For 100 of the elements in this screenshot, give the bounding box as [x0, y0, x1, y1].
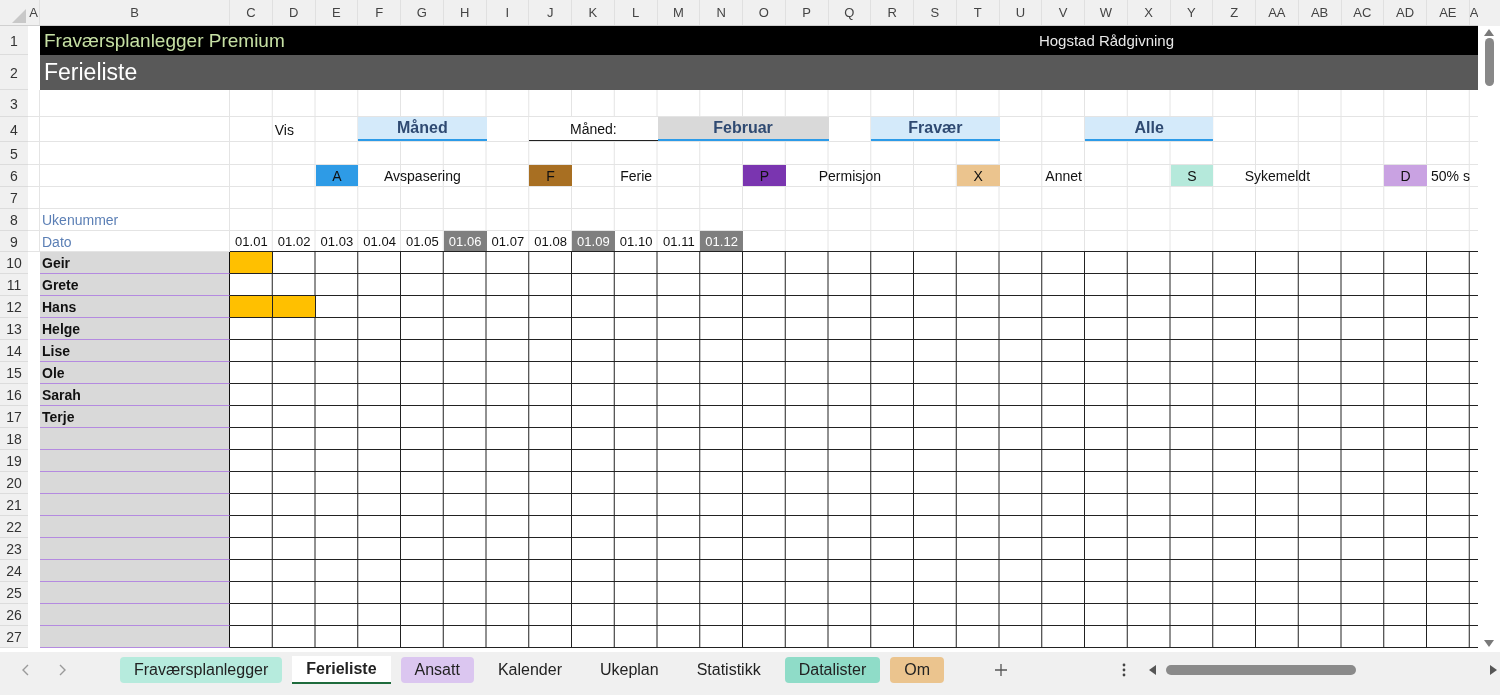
column-header[interactable]: O — [743, 0, 786, 25]
row-number[interactable]: 3 — [0, 90, 28, 117]
sheet-title: Ferieliste — [44, 59, 138, 86]
sheet-tab[interactable]: Om — [890, 656, 945, 683]
column-header[interactable]: AD — [1384, 0, 1427, 25]
scroll-right-icon[interactable] — [1490, 664, 1499, 675]
row-number[interactable]: 8 — [0, 209, 28, 231]
vertical-scrollbar-thumb[interactable] — [1485, 38, 1494, 86]
column-header[interactable]: B — [40, 0, 230, 25]
column-header[interactable]: Y — [1170, 0, 1214, 25]
sheet-tab[interactable]: Fraværsplanlegger — [120, 656, 283, 683]
row-number[interactable]: 21 — [0, 494, 28, 516]
column-header[interactable]: E — [315, 0, 359, 25]
column-header[interactable]: K — [572, 0, 615, 25]
row-number[interactable]: 16 — [0, 384, 28, 406]
date-header: 01.05 — [405, 232, 440, 251]
column-header[interactable]: I — [486, 0, 530, 25]
row-number[interactable]: 5 — [0, 142, 28, 165]
legend-code: A — [315, 165, 359, 186]
column-header[interactable]: AE — [1427, 0, 1470, 25]
absence-type-button[interactable]: Fravær — [871, 117, 1000, 141]
chevron-right-icon[interactable] — [58, 663, 66, 676]
sheet-tab[interactable]: Statistikk — [682, 656, 775, 683]
row-number[interactable]: 17 — [0, 406, 28, 428]
row-number[interactable]: 14 — [0, 340, 28, 362]
legend-code: F — [529, 165, 572, 186]
column-header[interactable]: D — [272, 0, 316, 25]
date-header: 01.11 — [662, 232, 696, 251]
scroll-up-icon[interactable] — [1484, 28, 1494, 36]
row-number[interactable]: 26 — [0, 604, 28, 626]
column-header[interactable]: AA — [1256, 0, 1299, 25]
company-name: Hogstad Rådgivning — [1038, 32, 1174, 49]
column-header[interactable]: S — [914, 0, 957, 25]
row-number[interactable]: 1 — [0, 26, 28, 55]
column-header[interactable]: Z — [1213, 0, 1256, 25]
column-header[interactable]: AB — [1298, 0, 1342, 25]
legend-code: X — [956, 165, 1000, 186]
employee-name-cell: Ole — [40, 362, 230, 384]
column-header[interactable]: P — [785, 0, 829, 25]
employee-name-cell: Lise — [40, 340, 230, 362]
column-header[interactable]: W — [1085, 0, 1128, 25]
row-number[interactable]: 15 — [0, 362, 28, 384]
column-header[interactable]: F — [358, 0, 401, 25]
column-header[interactable]: U — [999, 0, 1043, 25]
date-header: 01.09 — [572, 231, 615, 251]
sheet-tab[interactable]: Datalister — [784, 656, 881, 683]
date-header: 01.01 — [234, 232, 269, 251]
column-header[interactable]: G — [401, 0, 444, 25]
row-number[interactable]: 11 — [0, 274, 28, 296]
row-number[interactable]: 6 — [0, 165, 28, 187]
column-header[interactable]: H — [443, 0, 487, 25]
filter-button[interactable]: Alle — [1085, 117, 1214, 141]
column-header[interactable]: C — [230, 0, 273, 25]
scroll-down-icon[interactable] — [1484, 640, 1494, 648]
month-dropdown[interactable]: Februar — [657, 117, 829, 141]
date-label: Dato — [41, 232, 73, 252]
column-header[interactable]: AC — [1341, 0, 1385, 25]
column-header[interactable]: A — [1469, 0, 1478, 25]
scroll-left-icon[interactable] — [1148, 664, 1157, 675]
legend-label: 50% s — [1430, 167, 1471, 186]
date-header: 01.12 — [700, 231, 743, 251]
row-number[interactable]: 22 — [0, 516, 28, 538]
column-header[interactable]: L — [614, 0, 658, 25]
plus-icon[interactable] — [994, 662, 1009, 677]
employee-name-cell: Helge — [40, 318, 230, 340]
column-header[interactable]: V — [1042, 0, 1085, 25]
week-label: Ukenummer — [41, 211, 120, 230]
column-header[interactable]: T — [956, 0, 1000, 25]
column-header[interactable]: R — [871, 0, 914, 25]
row-number[interactable]: 25 — [0, 582, 28, 604]
employee-name-cell: Geir — [40, 252, 230, 274]
row-number[interactable]: 19 — [0, 450, 28, 472]
legend-label: Avspasering — [382, 167, 462, 186]
row-number[interactable]: 18 — [0, 428, 28, 450]
row-number[interactable]: 20 — [0, 472, 28, 494]
row-number[interactable]: 2 — [0, 55, 28, 90]
column-header[interactable]: Q — [828, 0, 872, 25]
view-button[interactable]: Måned — [358, 117, 487, 141]
row-number[interactable]: 27 — [0, 626, 28, 648]
row-number[interactable]: 12 — [0, 296, 28, 318]
sheet-tab[interactable]: Ferieliste — [292, 655, 391, 684]
row-number[interactable]: 23 — [0, 538, 28, 560]
chevron-left-icon[interactable] — [22, 663, 30, 676]
row-number[interactable]: 24 — [0, 560, 28, 582]
column-header[interactable]: N — [700, 0, 743, 25]
row-number[interactable]: 9 — [0, 231, 28, 252]
sheet-tab[interactable]: Ukeplan — [585, 656, 673, 683]
sheet-tab[interactable]: Ansatt — [400, 656, 474, 683]
column-header[interactable]: M — [657, 0, 701, 25]
more-icon[interactable] — [1122, 662, 1127, 677]
column-header[interactable]: X — [1127, 0, 1171, 25]
column-header[interactable]: J — [529, 0, 572, 25]
horizontal-scrollbar-thumb[interactable] — [1166, 664, 1357, 675]
row-number[interactable]: 13 — [0, 318, 28, 340]
row-number[interactable]: 10 — [0, 252, 28, 274]
column-header[interactable]: A — [28, 0, 40, 25]
row-number[interactable]: 7 — [0, 187, 28, 209]
row-number[interactable]: 4 — [0, 117, 28, 142]
month-label: Måned: — [529, 117, 658, 141]
sheet-tab[interactable]: Kalender — [483, 656, 576, 683]
